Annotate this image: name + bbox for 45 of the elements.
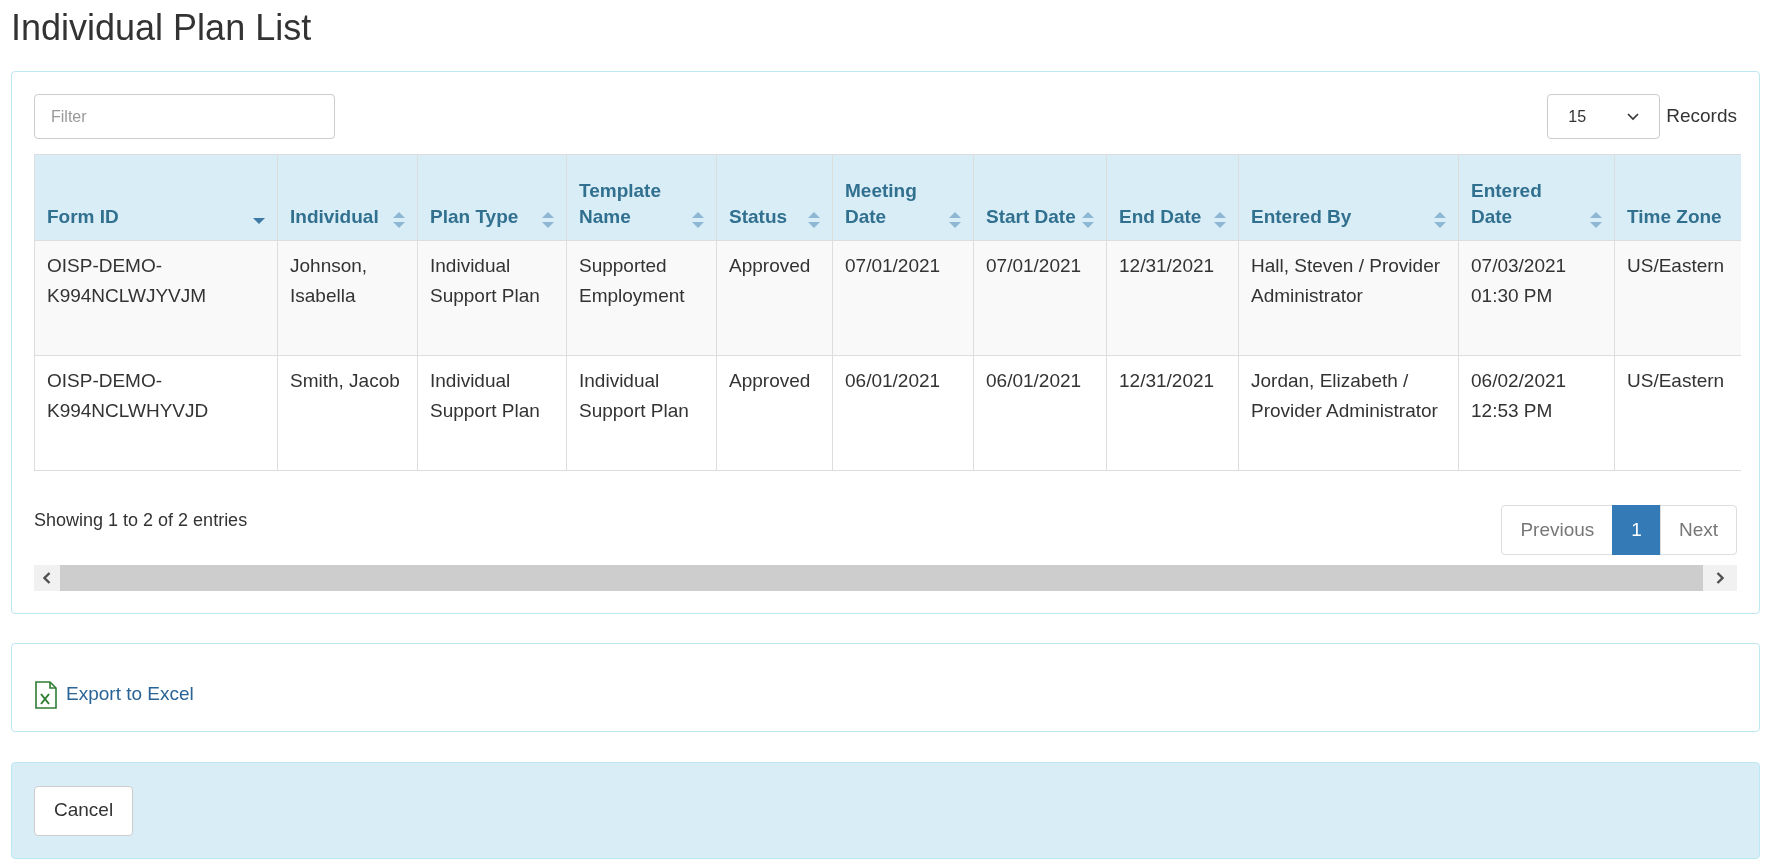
pagination-button[interactable]: Previous	[1501, 505, 1614, 555]
page-size-select[interactable]: 15	[1547, 94, 1661, 139]
records-label: Records	[1666, 104, 1737, 129]
column-header[interactable]: End Date	[1106, 154, 1239, 241]
table-cell: 06/01/2021	[832, 355, 974, 471]
pagination-button[interactable]: 1	[1612, 505, 1661, 555]
column-header[interactable]: Plan Type	[417, 154, 567, 241]
table-cell: 06/01/2021	[973, 355, 1107, 471]
table-cell: Individual Support Plan	[566, 355, 717, 471]
page-title: Individual Plan List	[11, 6, 313, 50]
table-cell: Jordan, Elizabeth / Provider Administrator	[1238, 355, 1459, 471]
spreadsheet-file-icon	[34, 680, 58, 709]
table-cell: 06/02/2021 12:53 PM	[1458, 355, 1615, 471]
column-header[interactable]: Entered Date	[1458, 154, 1615, 241]
chevron-right-icon	[1716, 572, 1724, 584]
table-cell: Individual Support Plan	[417, 355, 567, 471]
export-link[interactable]: Export to Excel	[34, 680, 194, 709]
table-cell: 12/31/2021	[1106, 355, 1239, 471]
pagination-button[interactable]: Next	[1659, 505, 1737, 555]
table-cell: Smith, Jacob	[277, 355, 418, 471]
column-header[interactable]: Individual	[277, 154, 418, 241]
column-header[interactable]: Form ID	[34, 154, 278, 241]
column-header[interactable]: Entered By	[1238, 154, 1459, 241]
table-cell: Johnson, Isabella	[277, 240, 418, 356]
chevron-down-icon	[1627, 112, 1640, 121]
table-cell: Approved	[716, 240, 833, 356]
filter-field[interactable]: Filter	[34, 94, 335, 139]
column-header[interactable]: Start Date	[973, 154, 1107, 241]
column-header[interactable]: Meeting Date	[832, 154, 974, 241]
table-cell: 12/31/2021	[1106, 240, 1239, 356]
table-cell: Hall, Steven / Provider Administrator	[1238, 240, 1459, 356]
column-header[interactable]: Status	[716, 154, 833, 241]
table-cell: Supported Employment	[566, 240, 717, 356]
cancel-button[interactable]: Cancel	[34, 785, 134, 836]
table-cell: 07/01/2021	[973, 240, 1107, 356]
entries-info: Showing 1 to 2 of 2 entries	[34, 509, 248, 532]
table-cell: 07/01/2021	[832, 240, 974, 356]
column-header[interactable]: Template Name	[566, 154, 717, 241]
table-cell: OISP-DEMO-K994NCLWJYVJM	[34, 240, 278, 356]
table-cell: 07/03/2021 01:30 PM	[1458, 240, 1615, 356]
table-cell: OISP-DEMO-K994NCLWHYVJD	[34, 355, 278, 471]
table-cell: Individual Support Plan	[417, 240, 567, 356]
column-header[interactable]: Time Zone	[1614, 154, 1741, 241]
chevron-left-icon	[43, 572, 51, 584]
table-cell: Approved	[716, 355, 833, 471]
